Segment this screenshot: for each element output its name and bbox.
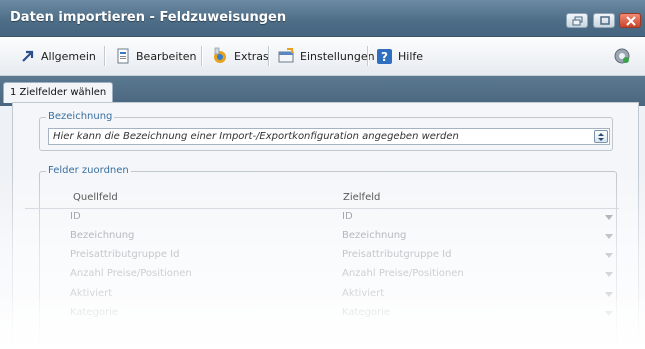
table-row[interactable]: Aktiviert Aktiviert	[25, 285, 619, 304]
gear-icon[interactable]	[612, 46, 632, 66]
toolbar-separator	[201, 46, 203, 66]
chevron-down-icon[interactable]	[605, 272, 613, 277]
quellfeld-cell: Kategorie	[70, 307, 119, 318]
zielfeld-cell[interactable]: Anzahl Preise/Positionen	[342, 268, 464, 279]
quellfeld-cell: Aktiviert	[70, 288, 113, 299]
chevron-down-icon[interactable]	[605, 292, 613, 297]
table-row[interactable]: Anzahl Preise/Positionen Anzahl Preise/P…	[25, 265, 619, 284]
toolbar-separator	[367, 46, 369, 66]
quellfeld-cell: Preisattributgruppe Id	[70, 249, 180, 260]
import-window: Daten importieren - Feldzuweisungen Allg…	[0, 0, 645, 349]
maximize-icon	[600, 16, 610, 25]
chevron-down-icon[interactable]	[605, 311, 613, 316]
zielfeld-cell[interactable]: Aktiviert	[342, 288, 384, 299]
zielfeld-cell[interactable]: Preisattributgruppe Id	[342, 249, 451, 260]
help-icon: ?	[377, 48, 392, 64]
settings-icon	[278, 48, 294, 63]
zielfeld-cell[interactable]: Bezeichnung	[342, 230, 406, 241]
bezeichnung-title: Bezeichnung	[46, 111, 115, 122]
column-quellfeld[interactable]: Quellfeld	[73, 192, 118, 203]
document-icon	[117, 48, 129, 64]
chevron-down-icon[interactable]	[605, 234, 613, 239]
quellfeld-cell: Bezeichnung	[70, 230, 135, 241]
column-zielfeld[interactable]: Zielfeld	[343, 192, 380, 203]
quellfeld-cell: ID	[70, 211, 81, 222]
bezeichnung-group: Bezeichnung Hier kann die Bezeichnung ei…	[39, 111, 613, 151]
toolbar-extras[interactable]: Extras	[211, 47, 269, 65]
toolbar-bearbeiten[interactable]: Bearbeiten	[115, 47, 196, 65]
toolbar-separator	[104, 46, 106, 66]
chevron-down-icon[interactable]	[605, 215, 613, 220]
toolbar-einstellungen-label: Einstellungen	[300, 49, 375, 63]
table-row[interactable]: Preisattributgruppe Id Preisattributgrup…	[25, 246, 619, 265]
extras-icon	[214, 47, 226, 63]
quellfeld-cell: Anzahl Preise/Positionen	[70, 268, 192, 279]
bezeichnung-input[interactable]: Hier kann die Bezeichnung einer Import-/…	[48, 128, 610, 145]
close-icon	[626, 16, 636, 26]
table-row[interactable]: Bezeichnung Bezeichnung	[25, 227, 619, 246]
restore-button[interactable]	[566, 13, 588, 28]
toolbar-einstellungen[interactable]: Einstellungen	[277, 47, 375, 65]
toolbar-separator	[268, 46, 270, 66]
zielfeld-cell[interactable]: ID	[342, 211, 353, 222]
table-row[interactable]: Kategorie Kategorie	[25, 304, 619, 323]
toolbar-extras-label: Extras	[234, 49, 269, 63]
zielfeld-cell[interactable]: Kategorie	[342, 307, 390, 318]
close-button[interactable]	[619, 13, 641, 28]
chevron-down-icon[interactable]	[605, 253, 613, 258]
toolbar-allgemein-label: Allgemein	[41, 49, 96, 63]
maximize-button[interactable]	[593, 13, 615, 28]
title-bar: Daten importieren - Feldzuweisungen	[0, 0, 645, 37]
toolbar-hilfe[interactable]: ? Hilfe	[376, 47, 423, 65]
toolbar-bearbeiten-label: Bearbeiten	[136, 49, 197, 63]
grid-header: Quellfeld Zielfeld	[25, 190, 619, 209]
arrow-icon	[22, 50, 34, 62]
bezeichnung-placeholder: Hier kann die Bezeichnung einer Import-/…	[53, 131, 459, 142]
restore-icon	[572, 16, 583, 26]
window-title: Daten importieren - Feldzuweisungen	[10, 10, 287, 25]
toolbar-allgemein[interactable]: Allgemein	[20, 47, 96, 65]
svg-text:?: ?	[381, 50, 388, 64]
spinner-button[interactable]	[594, 130, 608, 143]
toolbar: Allgemein Bearbeiten Extras Einstellunge…	[0, 37, 645, 76]
spinner-icon	[598, 133, 604, 141]
toolbar-hilfe-label: Hilfe	[398, 49, 424, 63]
felder-title: Felder zuordnen	[46, 165, 131, 176]
tab-zielfelder[interactable]: 1 Zielfelder wählen	[3, 82, 114, 103]
table-row[interactable]: ID ID	[25, 208, 619, 227]
